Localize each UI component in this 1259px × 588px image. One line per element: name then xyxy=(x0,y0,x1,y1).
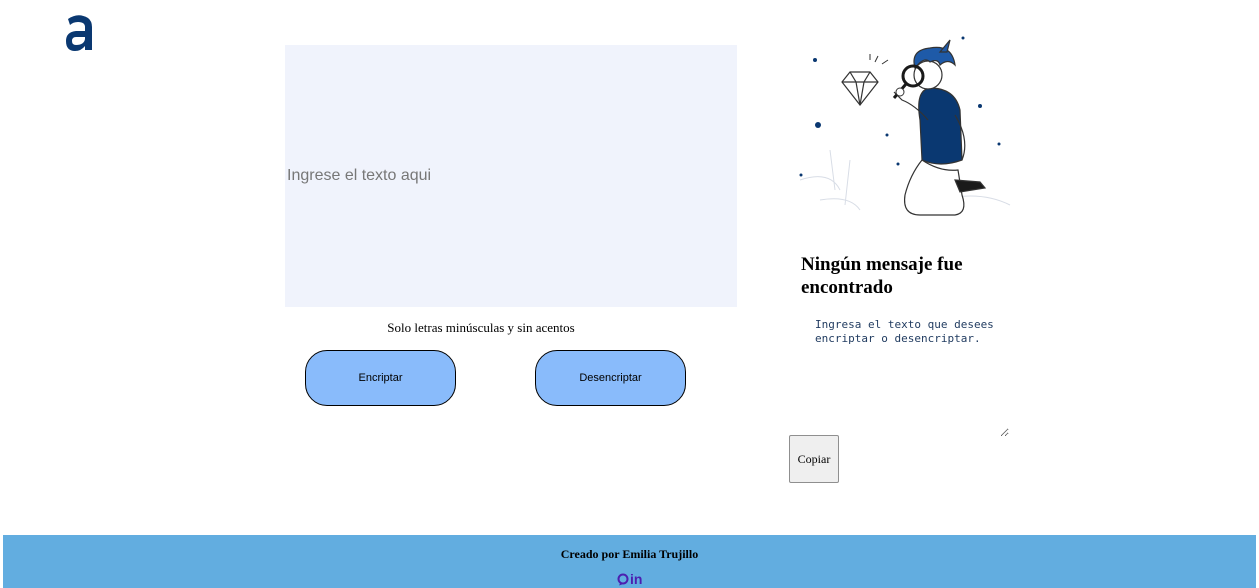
no-message-title: Ningún mensaje fue encontrado xyxy=(801,254,963,298)
text-input[interactable] xyxy=(285,45,737,307)
footer: Creado por Emilia Trujillo in xyxy=(3,535,1256,588)
decrypt-button[interactable]: Desencriptar xyxy=(535,350,686,406)
alura-logo xyxy=(62,10,96,54)
encrypt-button[interactable]: Encriptar xyxy=(305,350,456,406)
github-icon[interactable] xyxy=(617,573,629,586)
copy-button[interactable]: Copiar xyxy=(789,435,839,483)
social-links: in xyxy=(617,571,647,587)
footer-credit: Creado por Emilia Trujillo xyxy=(560,547,699,561)
linkedin-icon[interactable]: in xyxy=(630,572,642,586)
empty-state-illustration xyxy=(790,30,1015,230)
result-output[interactable]: Ingresa el texto que desees encriptar o … xyxy=(813,316,1009,437)
boy-with-magnifying-glass-illustration xyxy=(799,36,1011,216)
input-hint: Solo letras minúsculas y sin acentos xyxy=(387,320,575,335)
alura-a-logo-icon xyxy=(66,15,92,51)
